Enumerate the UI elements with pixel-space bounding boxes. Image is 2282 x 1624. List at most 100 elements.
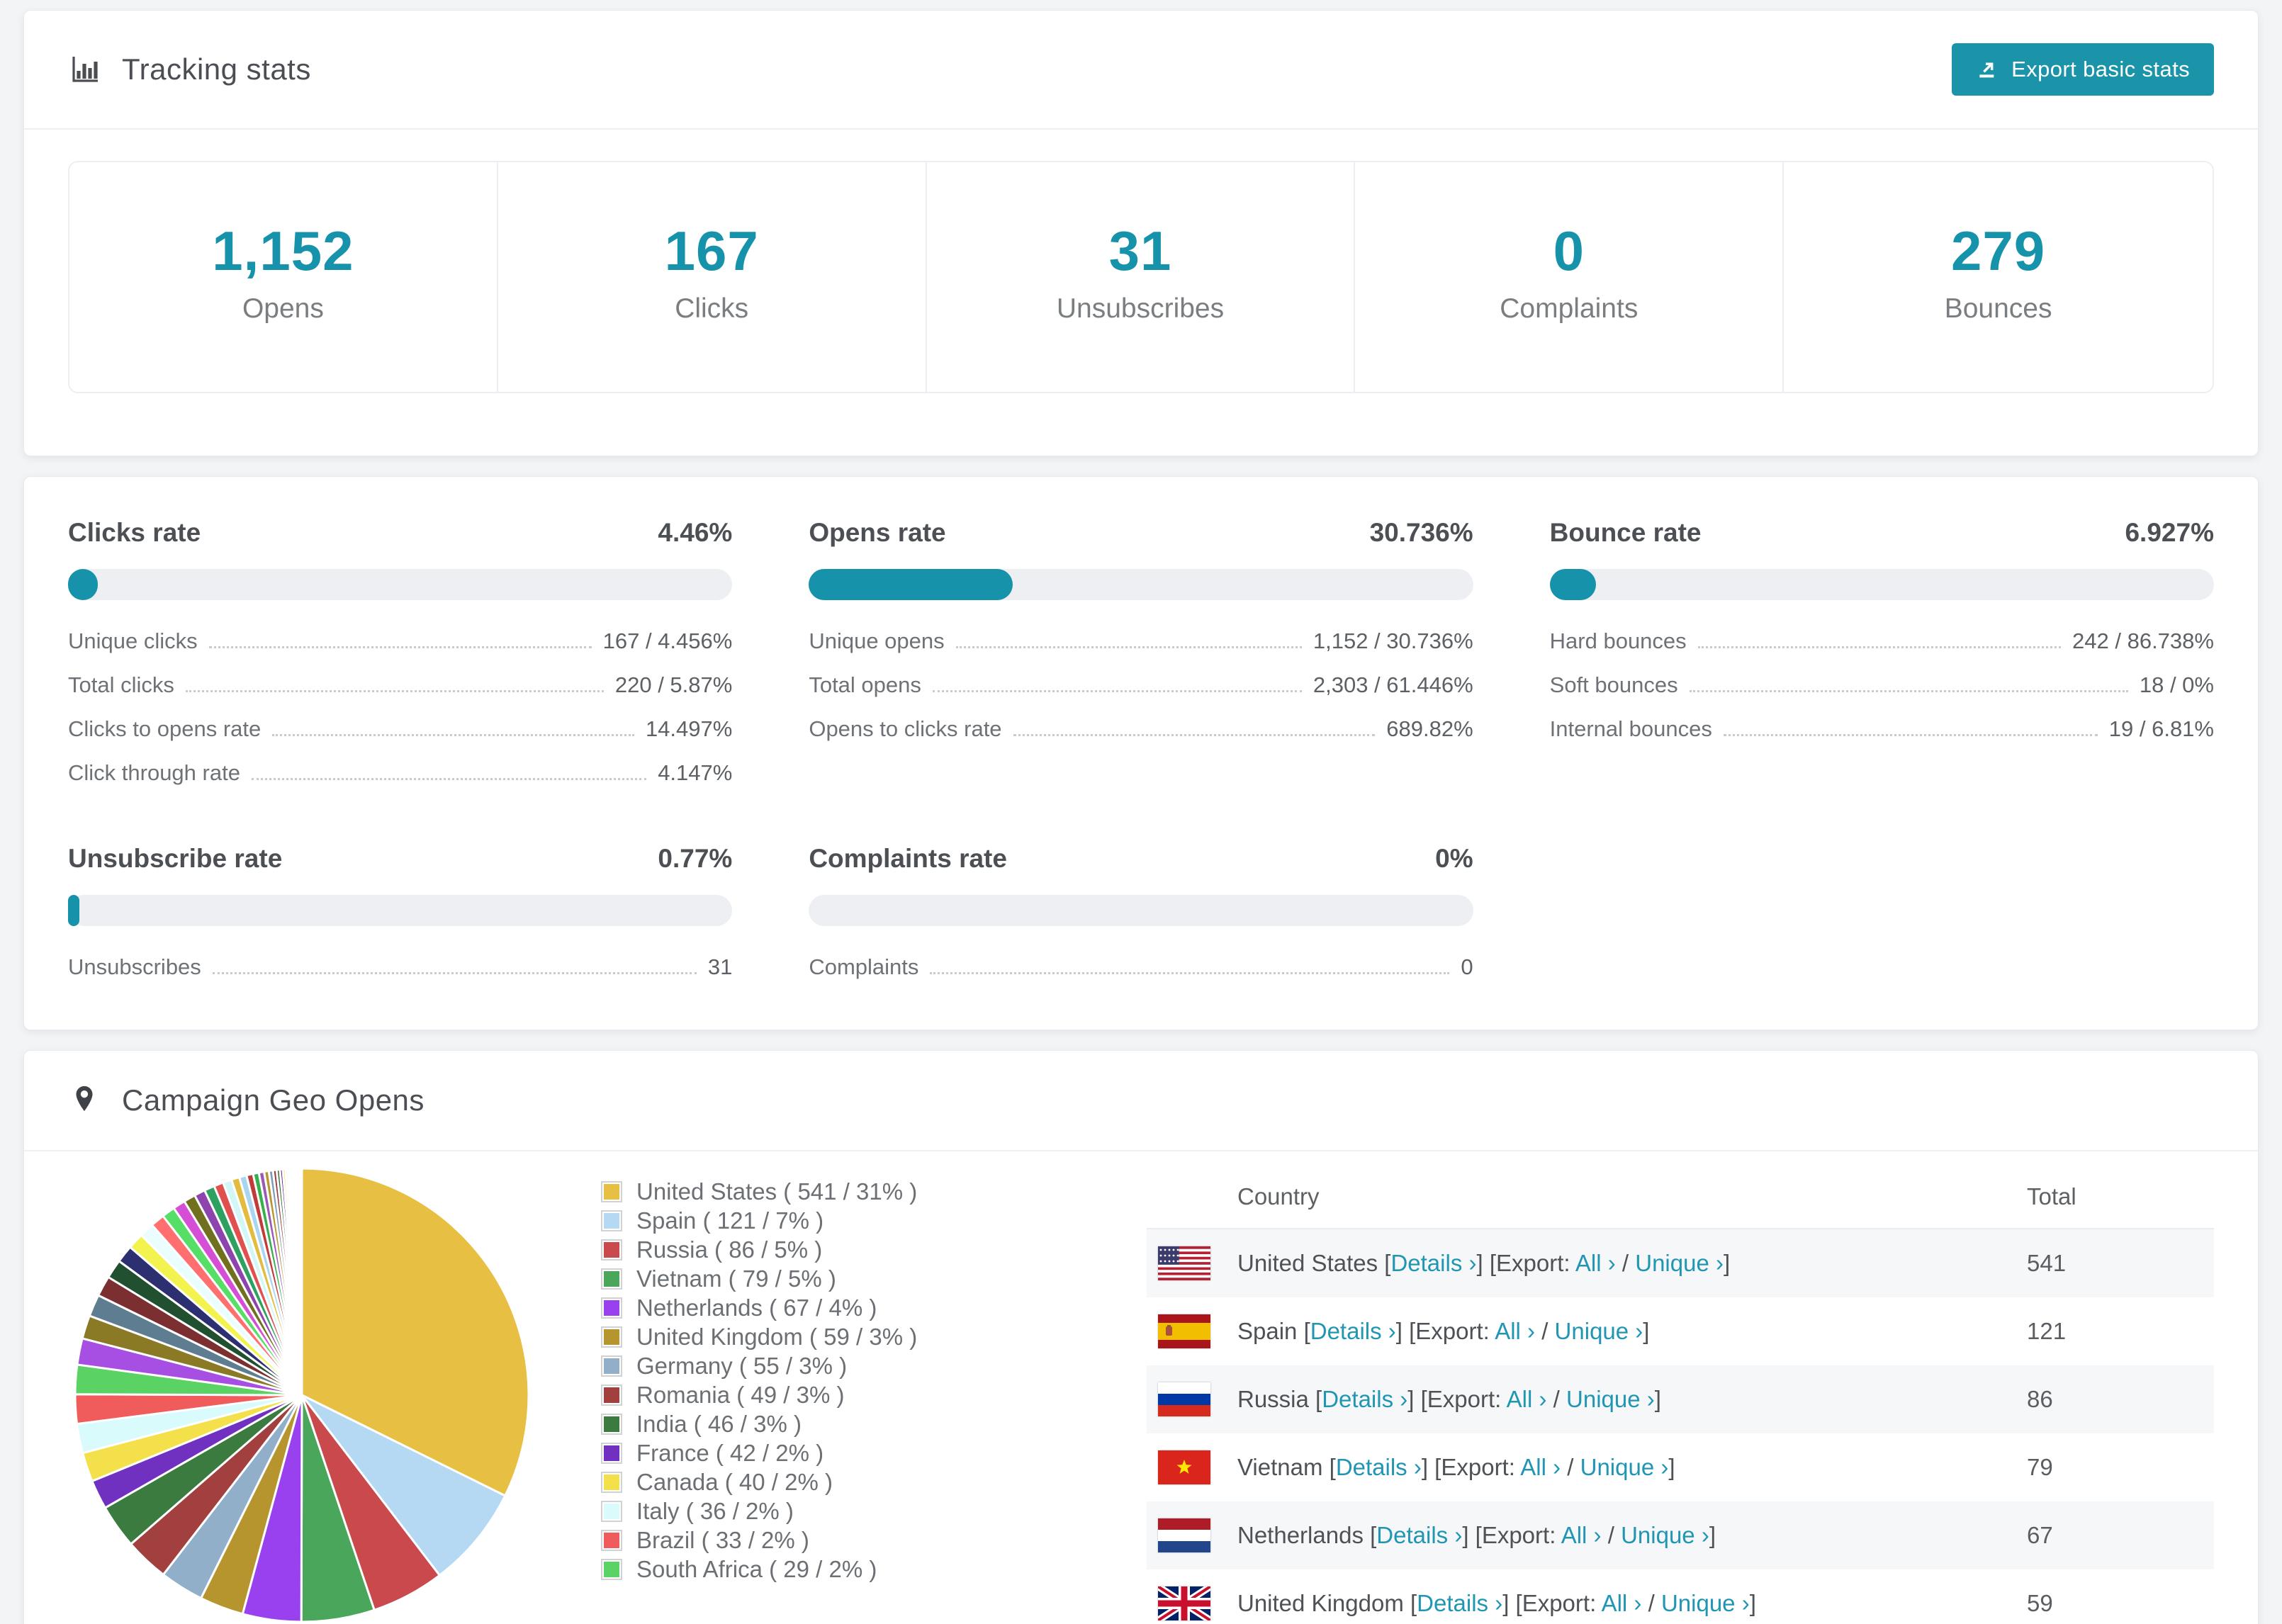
country-cell: United Kingdom [Details ›] [Export: All … (1237, 1590, 1756, 1616)
table-row: United States [Details ›] [Export: All ›… (1147, 1229, 2214, 1297)
export-all-link[interactable]: All › (1495, 1318, 1535, 1344)
table-row: Vietnam [Details ›] [Export: All › / Uni… (1147, 1433, 2214, 1501)
rate-panel-title: Opens rate (809, 518, 946, 547)
dotted-leader (955, 646, 1302, 648)
stat-value: 167 (664, 220, 759, 282)
flag-es-icon (1158, 1314, 1210, 1348)
rate-detail-label: Total clicks (68, 672, 174, 697)
stat-label: Bounces (1944, 293, 2052, 324)
rate-panel: Opens rate 30.736% Unique opens 1,152 / 30.… (809, 518, 1473, 786)
details-link[interactable]: Details › (1390, 1250, 1476, 1276)
dotted-leader (208, 646, 592, 648)
legend-item[interactable]: Italy ( 36 / 2% ) (601, 1496, 934, 1526)
progress-bar-fill (809, 569, 1013, 600)
rate-panel: Clicks rate 4.46% Unique clicks 167 / 4.456… (68, 518, 733, 786)
rate-panel-title: Clicks rate (68, 518, 201, 547)
rate-detail-value: 220 / 5.87% (614, 672, 733, 697)
export-all-link[interactable]: All › (1520, 1454, 1561, 1480)
export-unique-link[interactable]: Unique › (1566, 1386, 1655, 1412)
dotted-leader (185, 690, 604, 692)
rate-detail-value: 19 / 6.81% (2108, 716, 2214, 741)
stats-summary-row: 1,152 Opens 167 Clicks 31 Unsubscribes 0 Compla… (68, 161, 2214, 393)
export-all-link[interactable]: All › (1602, 1590, 1642, 1616)
rate-detail-value: 689.82% (1386, 716, 1473, 741)
rates-grid: Clicks rate 4.46% Unique clicks 167 / 4.456… (68, 518, 2214, 980)
geo-table: Country Total United States [Details ›] … (1147, 1166, 2214, 1624)
rate-detail-value: 4.147% (658, 760, 733, 785)
stat-value: 0 (1553, 220, 1585, 282)
country-name: United Kingdom (1237, 1590, 1410, 1616)
dotted-leader (1697, 646, 2062, 648)
export-unique-link[interactable]: Unique › (1580, 1454, 1669, 1480)
flag-vn-icon (1158, 1450, 1210, 1484)
details-link[interactable]: Details › (1322, 1386, 1407, 1412)
rate-detail-value: 2,303 / 61.446% (1313, 672, 1473, 697)
legend-item[interactable]: Romania ( 49 / 3% ) (601, 1380, 934, 1409)
progress-bar-fill (68, 895, 79, 926)
header-divider (24, 128, 2258, 130)
stat-value: 1,152 (212, 220, 354, 282)
rate-detail-row: Unique clicks 167 / 4.456% (68, 628, 732, 654)
rate-panel-title-row: Clicks rate 4.46% (68, 518, 732, 548)
legend-item[interactable]: Germany ( 55 / 3% ) (601, 1351, 934, 1380)
stat-card: 1,152 Opens (69, 162, 498, 392)
legend-item[interactable]: Vietnam ( 79 / 5% ) (601, 1264, 934, 1293)
rate-detail-row: Total opens 2,303 / 61.446% (809, 672, 1473, 698)
rate-panel-title: Unsubscribe rate (68, 844, 283, 873)
export-basic-stats-button[interactable]: Export basic stats (1952, 43, 2214, 96)
rate-detail-value: 1,152 / 30.736% (1313, 628, 1473, 653)
legend-item[interactable]: Netherlands ( 67 / 4% ) (601, 1293, 934, 1322)
legend-item[interactable]: Spain ( 121 / 7% ) (601, 1206, 934, 1235)
rate-detail-value: 18 / 0% (2139, 672, 2214, 697)
rate-detail-value: 0 (1461, 954, 1473, 979)
export-unique-link[interactable]: Unique › (1661, 1590, 1750, 1616)
legend-swatch (601, 1355, 622, 1377)
stat-value: 279 (1951, 220, 2046, 282)
details-link[interactable]: Details › (1310, 1318, 1396, 1344)
rate-detail-row: Hard bounces 242 / 86.738% (1550, 628, 2214, 654)
export-unique-link[interactable]: Unique › (1555, 1318, 1643, 1344)
rate-detail-row: Internal bounces 19 / 6.81% (1550, 716, 2214, 742)
legend-item[interactable]: India ( 46 / 3% ) (601, 1409, 934, 1438)
table-row: United Kingdom [Details ›] [Export: All … (1147, 1569, 2214, 1624)
dotted-leader (932, 690, 1302, 692)
legend-label: Canada ( 40 / 2% ) (636, 1468, 833, 1495)
rate-panel-title: Bounce rate (1549, 518, 1702, 547)
rate-detail-label: Complaints (809, 954, 919, 979)
rate-panel-title-row: Bounce rate 6.927% (1550, 518, 2214, 548)
export-all-link[interactable]: All › (1575, 1250, 1616, 1276)
stat-label: Clicks (675, 293, 749, 324)
rate-detail-label: Total opens (809, 672, 921, 697)
progress-bar-fill (1549, 569, 1596, 600)
legend-item[interactable]: Brazil ( 33 / 2% ) (601, 1526, 934, 1555)
total-cell: 121 (2027, 1318, 2067, 1344)
flag-gb-icon (1158, 1586, 1210, 1620)
rate-panel-title-row: Unsubscribe rate 0.77% (68, 844, 732, 874)
export-all-link[interactable]: All › (1561, 1522, 1602, 1548)
progress-bar (68, 895, 733, 926)
rate-panel-value: 0.77% (658, 844, 733, 873)
geo-opens-card: Campaign Geo Opens United States ( 541 /… (23, 1050, 2259, 1624)
legend-item[interactable]: Russia ( 86 / 5% ) (601, 1235, 934, 1264)
country-name: Vietnam (1237, 1454, 1330, 1480)
total-cell: 59 (2027, 1590, 2053, 1616)
details-link[interactable]: Details › (1376, 1522, 1462, 1548)
export-unique-link[interactable]: Unique › (1635, 1250, 1724, 1276)
legend-item[interactable]: France ( 42 / 2% ) (601, 1438, 934, 1467)
legend-item[interactable]: South Africa ( 29 / 2% ) (601, 1555, 934, 1584)
rate-detail-row: Unsubscribes 31 (68, 954, 732, 980)
pie-slice-other[interactable] (300, 1167, 303, 1397)
country-cell: Netherlands [Details ›] [Export: All › /… (1237, 1522, 1716, 1548)
country-name: Russia (1237, 1386, 1316, 1412)
rates-card: Clicks rate 4.46% Unique clicks 167 / 4.456… (23, 476, 2259, 1030)
legend-item[interactable]: United Kingdom ( 59 / 3% ) (601, 1322, 934, 1351)
details-link[interactable]: Details › (1336, 1454, 1422, 1480)
legend-item[interactable]: Canada ( 40 / 2% ) (601, 1467, 934, 1496)
export-unique-link[interactable]: Unique › (1621, 1522, 1709, 1548)
legend-item[interactable]: United States ( 541 / 31% ) (601, 1177, 934, 1206)
rate-panel-value: 4.46% (658, 518, 733, 547)
details-link[interactable]: Details › (1417, 1590, 1502, 1616)
legend-label: France ( 42 / 2% ) (636, 1439, 824, 1466)
rate-detail-list: Unique clicks 167 / 4.456% Total clicks 220… (68, 628, 732, 786)
export-all-link[interactable]: All › (1507, 1386, 1547, 1412)
